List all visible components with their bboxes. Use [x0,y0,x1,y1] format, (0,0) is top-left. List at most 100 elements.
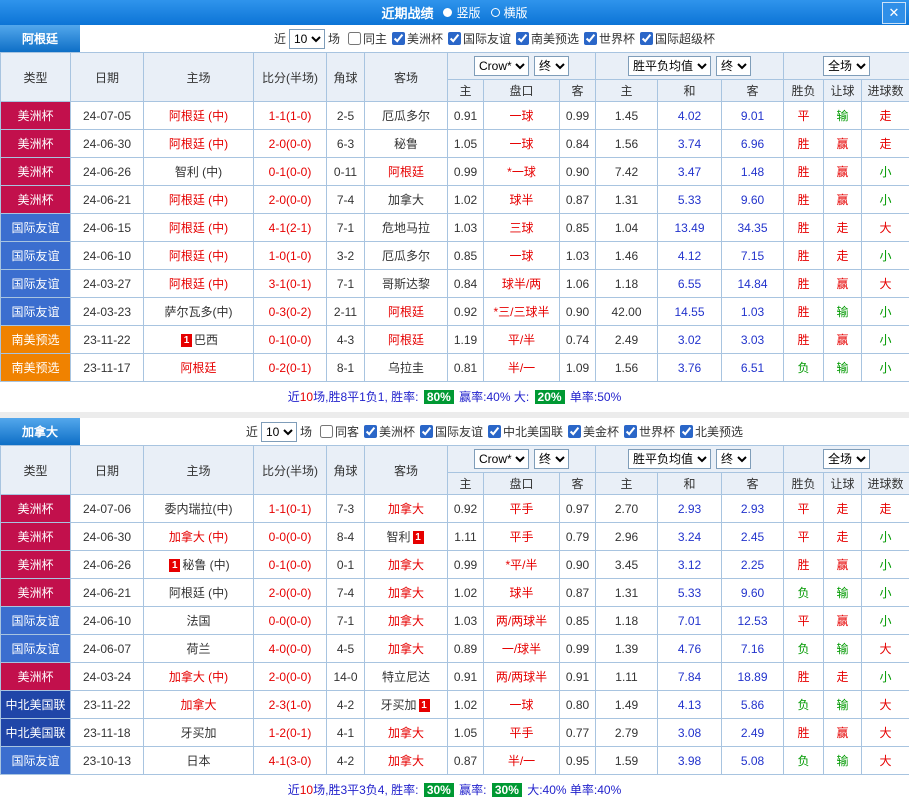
team-name[interactable]: 巴西 [194,333,218,347]
team-name[interactable]: 阿根廷 [388,165,424,179]
match-count-select[interactable]: 10 [261,422,297,442]
filter-checkbox[interactable]: 国际友谊 [420,423,483,440]
team-name[interactable]: 阿根廷 (中) [169,137,228,151]
team-name[interactable]: 日本 [186,754,210,768]
filter-checkbox[interactable]: 美洲杯 [364,423,415,440]
wdl-home-cell: 1.31 [596,579,658,607]
checkbox-input[interactable] [364,425,377,438]
checkbox-input[interactable] [448,32,461,45]
team-name[interactable]: 智利 [386,530,410,544]
wdl-home-cell: 7.42 [596,158,658,186]
checkbox-input[interactable] [392,32,405,45]
goals-result-cell: 大 [862,635,909,663]
checkbox-input[interactable] [320,425,333,438]
team-name[interactable]: 牙买加 [180,726,216,740]
filter-checkbox[interactable]: 世界杯 [584,30,635,47]
handicap-odds-home-cell: 0.91 [448,102,484,130]
filter-checkbox[interactable]: 同主 [348,30,387,47]
checkbox-input[interactable] [584,32,597,45]
checkbox-input[interactable] [420,425,433,438]
filter-checkbox[interactable]: 国际超级杯 [640,30,715,47]
filter-checkbox[interactable]: 美洲杯 [392,30,443,47]
wdl-away-cell: 14.84 [722,270,784,298]
team-name[interactable]: 秘鲁 (中) [182,558,229,572]
team-name[interactable]: 法国 [186,614,210,628]
checkbox-input[interactable] [488,425,501,438]
filter-checkbox[interactable]: 美金杯 [568,423,619,440]
scope-select[interactable]: 全场 [823,449,870,469]
scope-select[interactable]: 全场 [823,56,870,76]
team-name[interactable]: 秘鲁 [394,137,418,151]
team-name[interactable]: 加拿大 [180,698,216,712]
team-name[interactable]: 加拿大 [388,614,424,628]
match-row: 国际友谊24-06-07荷兰4-0(0-0)4-5加拿大0.89一/球半0.99… [1,635,909,663]
checkbox-input[interactable] [568,425,581,438]
team-name[interactable]: 加拿大 [388,502,424,516]
filter-checkbox[interactable]: 北美预选 [680,423,743,440]
wdl-time-select[interactable]: 终 [716,449,751,469]
league-type-cell: 国际友谊 [1,242,71,270]
team-name[interactable]: 阿根廷 (中) [169,221,228,235]
team-name[interactable]: 厄瓜多尔 [382,109,430,123]
team-name[interactable]: 乌拉圭 [388,361,424,375]
team-name[interactable]: 加拿大 [388,586,424,600]
checkbox-input[interactable] [624,425,637,438]
team-name[interactable]: 阿根廷 (中) [169,586,228,600]
checkbox-input[interactable] [640,32,653,45]
filter-checkbox[interactable]: 国际友谊 [448,30,511,47]
wdl-away-cell: 2.45 [722,523,784,551]
team-name[interactable]: 加拿大 [388,642,424,656]
league-type-cell: 美洲杯 [1,523,71,551]
checkbox-input[interactable] [348,32,361,45]
team-name[interactable]: 哥斯达黎 [382,277,430,291]
team-name[interactable]: 委内瑞拉(中) [165,502,233,516]
filter-checkbox[interactable]: 同客 [320,423,359,440]
layout-radio-vertical[interactable]: 竖版 [443,4,480,21]
match-count-select[interactable]: 10 [289,29,325,49]
corner-cell: 8-1 [327,354,365,382]
team-name[interactable]: 加拿大 (中) [169,530,228,544]
team-name[interactable]: 加拿大 [388,754,424,768]
layout-radio-horizontal[interactable]: 横版 [491,4,528,21]
team-name[interactable]: 加拿大 [388,726,424,740]
team-name[interactable]: 加拿大 [388,193,424,207]
bookmaker-select[interactable]: Crow* [474,449,529,469]
team-name[interactable]: 牙买加 [380,698,416,712]
team-name[interactable]: 加拿大 (中) [169,670,228,684]
team-cell: 危地马拉 [365,214,448,242]
team-name[interactable]: 阿根廷 (中) [169,277,228,291]
filter-checkbox[interactable]: 世界杯 [624,423,675,440]
team-name[interactable]: 阿根廷 (中) [169,249,228,263]
goals-result-cell: 小 [862,242,909,270]
wdl-avg-select[interactable]: 胜平负均值 [628,56,711,76]
team-name[interactable]: 加拿大 [388,558,424,572]
checkbox-input[interactable] [516,32,529,45]
team-name[interactable]: 阿根廷 (中) [169,109,228,123]
team-name[interactable]: 阿根廷 [388,333,424,347]
handicap-odds-away-cell: 0.80 [560,691,596,719]
handicap-time-select[interactable]: 终 [534,449,569,469]
checkbox-label: 国际超级杯 [655,30,715,47]
team-name[interactable]: 厄瓜多尔 [382,249,430,263]
close-button[interactable]: ✕ [882,2,906,24]
team-name[interactable]: 萨尔瓦多(中) [165,305,233,319]
team-name[interactable]: 危地马拉 [382,221,430,235]
wdl-avg-select[interactable]: 胜平负均值 [628,449,711,469]
wdl-time-select[interactable]: 终 [716,56,751,76]
handicap-cell: 半/一 [484,747,560,775]
column-header-type: 类型 [1,53,71,102]
checkbox-label: 美金杯 [583,423,619,440]
team-name[interactable]: 荷兰 [186,642,210,656]
filter-checkbox[interactable]: 中北美国联 [488,423,563,440]
team-name[interactable]: 特立尼达 [382,670,430,684]
team-name[interactable]: 阿根廷 [388,305,424,319]
team-name[interactable]: 阿根廷 [180,361,216,375]
bookmaker-select[interactable]: Crow* [474,56,529,76]
handicap-time-select[interactable]: 终 [534,56,569,76]
wdl-home-cell: 1.59 [596,747,658,775]
team-name[interactable]: 智利 (中) [175,165,222,179]
team-name[interactable]: 阿根廷 (中) [169,193,228,207]
result-cell: 胜 [784,663,824,691]
checkbox-input[interactable] [680,425,693,438]
filter-checkbox[interactable]: 南美预选 [516,30,579,47]
